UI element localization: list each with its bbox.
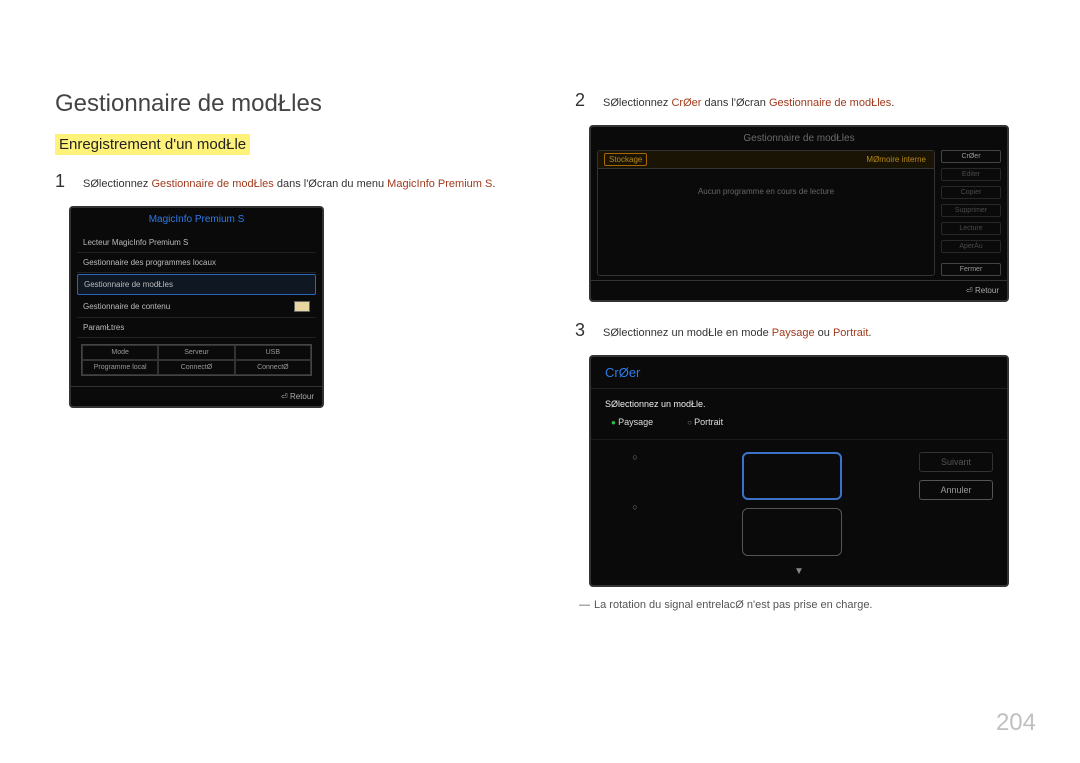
copy-button: Copier xyxy=(941,186,1001,199)
step-text: SØlectionnez un modŁle en mode Paysage o… xyxy=(603,327,871,339)
row-indicator: ○ xyxy=(605,452,665,462)
step-text: SØlectionnez CrØer dans l'Øcran Gestionn… xyxy=(603,97,894,109)
dialog-subtitle: SØlectionnez un modŁle. xyxy=(591,389,1007,411)
edit-button: Editer xyxy=(941,168,1001,181)
status-table: Mode Serveur USB Programme local Connect… xyxy=(81,344,312,376)
screenshot-title: MagicInfo Premium S xyxy=(71,208,322,233)
step-number: 2 xyxy=(575,90,589,111)
section-subtitle: Enregistrement d'un modŁle xyxy=(55,134,250,155)
cancel-button[interactable]: Annuler xyxy=(919,480,993,500)
storage-label[interactable]: Stockage xyxy=(604,153,647,166)
table-cell: Programme local xyxy=(82,360,158,375)
step-number: 1 xyxy=(55,171,69,192)
table-cell: USB xyxy=(235,345,311,360)
page-number: 204 xyxy=(996,709,1036,737)
delete-button: Supprimer xyxy=(941,204,1001,217)
step-2: 2 SØlectionnez CrØer dans l'Øcran Gestio… xyxy=(575,90,1020,111)
empty-message: Aucun programme en cours de lecture xyxy=(598,169,934,256)
return-button[interactable]: Retour xyxy=(591,280,1007,300)
close-button[interactable]: Fermer xyxy=(941,263,1001,276)
table-cell: Mode xyxy=(82,345,158,360)
thumbnail-icon xyxy=(294,301,310,312)
row-indicator: ○ xyxy=(605,502,665,512)
screenshot-magicinfo: MagicInfo Premium S Lecteur MagicInfo Pr… xyxy=(69,206,324,408)
menu-item[interactable]: ParamŁtres xyxy=(77,318,316,338)
menu-item-selected[interactable]: Gestionnaire de modŁles xyxy=(77,274,316,295)
page-title: Gestionnaire de modŁles xyxy=(55,90,515,118)
step-text: SØlectionnez Gestionnaire de modŁles dan… xyxy=(83,178,495,190)
step-1: 1 SØlectionnez Gestionnaire de modŁles d… xyxy=(55,171,515,192)
table-cell: ConnectØ xyxy=(158,360,234,375)
memory-label: MØmoire interne xyxy=(866,155,926,164)
preview-button: AperÁu xyxy=(941,240,1001,253)
next-button: Suivant xyxy=(919,452,993,472)
return-button[interactable]: Retour xyxy=(71,386,322,406)
radio-paysage[interactable]: Paysage xyxy=(611,417,653,427)
template-option[interactable] xyxy=(742,508,842,556)
footnote: ―La rotation du signal entrelacØ n'est p… xyxy=(579,599,1020,611)
screenshot-creer: CrØer SØlectionnez un modŁle. Paysage Po… xyxy=(589,355,1009,587)
template-option-selected[interactable] xyxy=(742,452,842,500)
menu-item[interactable]: Lecteur MagicInfo Premium S xyxy=(77,233,316,253)
create-button[interactable]: CrØer xyxy=(941,150,1001,163)
screenshot-title: Gestionnaire de modŁles xyxy=(591,127,1007,150)
screenshot-gestionnaire: Gestionnaire de modŁles Stockage MØmoire… xyxy=(589,125,1009,302)
table-cell: Serveur xyxy=(158,345,234,360)
menu-item[interactable]: Gestionnaire de contenu xyxy=(77,296,316,318)
step-3: 3 SØlectionnez un modŁle en mode Paysage… xyxy=(575,320,1020,341)
dialog-title: CrØer xyxy=(591,357,1007,389)
table-cell: ConnectØ xyxy=(235,360,311,375)
menu-item[interactable]: Gestionnaire des programmes locaux xyxy=(77,253,316,273)
scroll-down-arrow[interactable]: ▼ xyxy=(591,566,1007,585)
play-button: Lecture xyxy=(941,222,1001,235)
step-number: 3 xyxy=(575,320,589,341)
radio-portrait[interactable]: Portrait xyxy=(687,417,723,427)
